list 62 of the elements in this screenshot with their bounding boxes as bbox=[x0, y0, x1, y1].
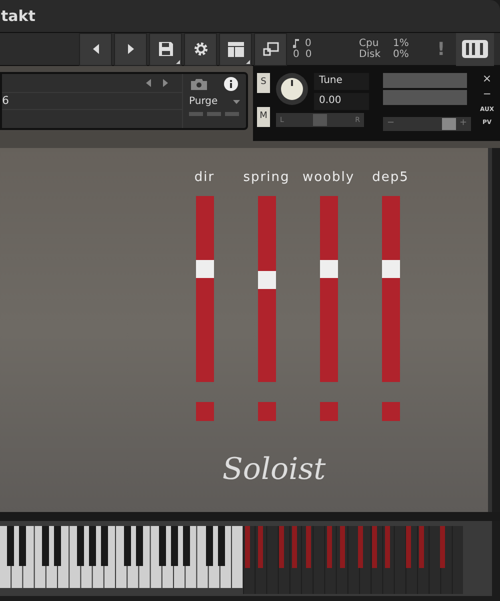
settings-icon bbox=[192, 41, 208, 57]
volume-minus-label: − bbox=[387, 117, 395, 130]
mute-button[interactable]: M bbox=[257, 107, 270, 127]
slider-thumb[interactable] bbox=[258, 270, 276, 289]
close-button[interactable]: × bbox=[482, 73, 492, 85]
settings-button[interactable] bbox=[184, 32, 217, 66]
disk-reading: 0% bbox=[393, 49, 410, 60]
indicator-bar bbox=[189, 112, 203, 116]
volume-plus-label: + bbox=[459, 117, 467, 130]
next-button[interactable] bbox=[114, 32, 147, 66]
logo-button[interactable] bbox=[456, 32, 494, 66]
previous-button[interactable] bbox=[79, 32, 112, 66]
slider-thumb[interactable] bbox=[320, 260, 338, 278]
save-icon bbox=[158, 41, 174, 57]
layout-icon bbox=[228, 42, 244, 56]
layout-button[interactable] bbox=[219, 32, 252, 66]
pan-slider-thumb[interactable] bbox=[313, 114, 327, 126]
slider-label: woobly bbox=[302, 169, 355, 187]
slider-label: dir bbox=[194, 169, 215, 187]
indicator-bar bbox=[225, 112, 239, 116]
save-button[interactable] bbox=[149, 32, 182, 66]
cpu-reading: 1% bbox=[393, 38, 410, 49]
slider-button[interactable] bbox=[258, 402, 276, 421]
left-arrow-icon bbox=[146, 79, 151, 87]
window-title: takt bbox=[1, 6, 36, 27]
tune-label: Tune bbox=[314, 73, 369, 90]
resize-icon bbox=[262, 42, 278, 56]
left-arrow-icon bbox=[92, 44, 98, 54]
volume-slider-thumb[interactable] bbox=[442, 118, 456, 130]
right-arrow-icon bbox=[128, 44, 134, 54]
logo-icon bbox=[461, 39, 489, 59]
slider-thumb[interactable] bbox=[382, 260, 400, 278]
disk-label: Disk bbox=[359, 49, 382, 60]
right-arrow-icon bbox=[163, 79, 168, 87]
info-icon[interactable] bbox=[224, 76, 238, 90]
memory-reading: 0 bbox=[293, 49, 300, 60]
resize-button[interactable] bbox=[254, 32, 287, 66]
slider-track[interactable] bbox=[258, 196, 276, 382]
slider-track[interactable] bbox=[196, 196, 214, 382]
slider-track[interactable] bbox=[382, 196, 400, 382]
logo-text: Soloist bbox=[222, 451, 326, 489]
slider-button[interactable] bbox=[196, 402, 214, 421]
slider-thumb[interactable] bbox=[196, 260, 214, 278]
voices-reading: 0 bbox=[305, 38, 312, 49]
slider-track[interactable] bbox=[320, 196, 338, 382]
slider-label: dep5 bbox=[372, 169, 409, 187]
purge-dropdown[interactable]: Purge bbox=[189, 94, 218, 109]
slider-button[interactable] bbox=[382, 402, 400, 421]
indicator-bar bbox=[207, 112, 221, 116]
tune-knob[interactable] bbox=[276, 73, 308, 105]
tune-value[interactable]: 0.00 bbox=[314, 93, 369, 110]
solo-button[interactable]: S bbox=[257, 73, 270, 93]
slider-label: spring bbox=[243, 169, 290, 187]
camera-icon[interactable] bbox=[191, 78, 208, 90]
keyboard-drawing[interactable] bbox=[0, 521, 492, 596]
note-icon bbox=[293, 39, 299, 48]
instrument-value: 6 bbox=[2, 92, 9, 109]
memory-reading: 0 bbox=[305, 49, 312, 60]
cpu-label: Cpu bbox=[359, 38, 379, 49]
slider-button[interactable] bbox=[320, 402, 338, 421]
minimize-button[interactable]: − bbox=[482, 89, 492, 101]
caret-icon bbox=[233, 100, 240, 104]
